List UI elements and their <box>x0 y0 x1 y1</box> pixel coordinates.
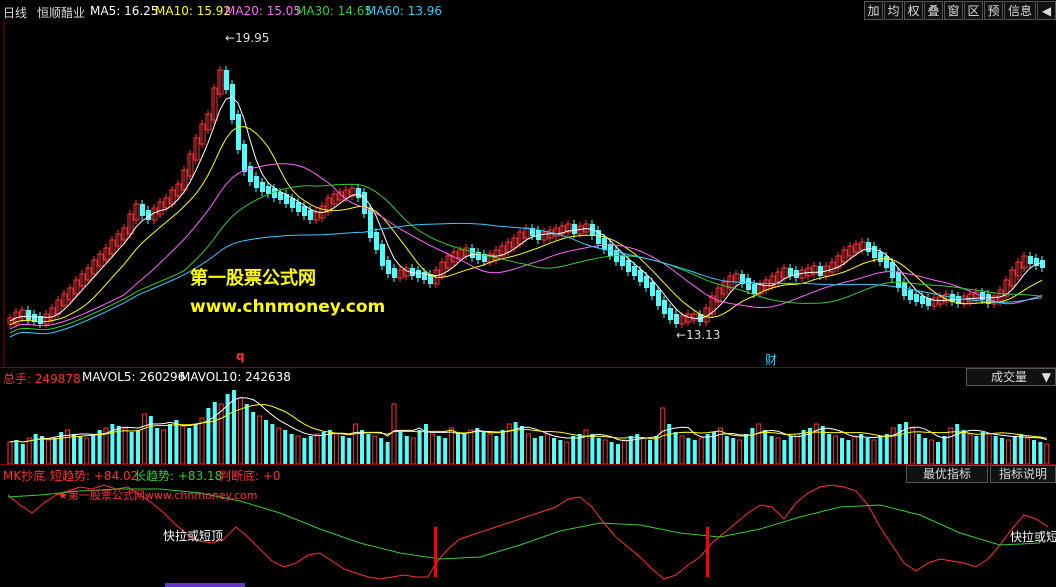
volume-total: 总手: 249878 <box>3 372 81 386</box>
mavol10-readout: MAVOL10: 242638 <box>180 370 291 384</box>
indicator-selector-dropdown[interactable]: 成交量 ▼ <box>966 368 1056 386</box>
annotation-fast-pull-2: 快拉或短顶 <box>1010 530 1056 544</box>
toolbar-rights-button[interactable]: 权 <box>904 1 923 20</box>
indicator-name: MK抄底 <box>3 469 46 483</box>
annotation-fast-pull-1: 快拉或短顶 <box>163 529 224 543</box>
period-label[interactable]: 日线 <box>3 4 27 21</box>
indicator-watermark: ★第一股票公式网www.chnmoney.com <box>58 489 258 502</box>
indicator-selector-value: 成交量 <box>991 370 1028 384</box>
back-arrow-icon[interactable]: ◀ <box>1037 1 1056 20</box>
watermark-url: www.chnmoney.com <box>190 297 386 317</box>
toolbar-forecast-button[interactable]: 预 <box>984 1 1003 20</box>
marker-q[interactable]: q <box>236 349 245 363</box>
toolbar-range-button[interactable]: 区 <box>964 1 983 20</box>
watermark-title: 第一股票公式网 <box>190 268 316 289</box>
ma20-readout: MA20: 15.05 <box>225 4 302 18</box>
ma10-readout: MA10: 15.92 <box>155 4 232 18</box>
toolbar-overlay-button[interactable]: 叠 <box>924 1 943 20</box>
volume-chart[interactable] <box>0 386 1056 464</box>
high-price-label: ←19.95 <box>225 31 270 45</box>
chart-header: 日线 恒顺醋业 MA5: 16.25 MA10: 15.92 MA20: 15.… <box>0 0 1056 22</box>
price-chart[interactable] <box>0 21 1056 367</box>
ma30-readout: MA30: 14.65 <box>296 4 373 18</box>
long-trend-readout: 长趋势: +83.18 <box>134 469 223 483</box>
indicator-help-button[interactable]: 指标说明 <box>990 465 1056 483</box>
low-price-label: ←13.13 <box>676 328 721 342</box>
chart-toolbar: 加 均 权 叠 窗 区 预 信息 ◀ <box>863 1 1056 21</box>
volume-header: 总手: 249878 MAVOL5: 260296 MAVOL10: 24263… <box>0 368 1056 386</box>
ma60-readout: MA60: 13.96 <box>366 4 443 18</box>
scroll-indicator[interactable] <box>165 583 245 587</box>
short-trend-readout: 短趋势: +84.02 <box>50 469 139 483</box>
toolbar-window-button[interactable]: 窗 <box>944 1 963 20</box>
marker-finance[interactable]: 财 <box>765 351 777 368</box>
stock-name: 恒顺醋业 <box>37 6 86 20</box>
mavol5-readout: MAVOL5: 260296 <box>82 370 186 384</box>
toolbar-info-button[interactable]: 信息 <box>1004 1 1036 20</box>
chevron-down-icon: ▼ <box>1041 370 1051 384</box>
best-indicator-button[interactable]: 最优指标 <box>906 465 988 483</box>
toolbar-average-button[interactable]: 均 <box>884 1 903 20</box>
indicator-header: MK抄底 短趋势: +84.02 长趋势: +83.18 判断底: +0 最优指… <box>0 465 1056 483</box>
ma5-readout: MA5: 16.25 <box>90 4 159 18</box>
judge-bottom-readout: 判断底: +0 <box>219 469 281 483</box>
toolbar-add-button[interactable]: 加 <box>864 1 883 20</box>
